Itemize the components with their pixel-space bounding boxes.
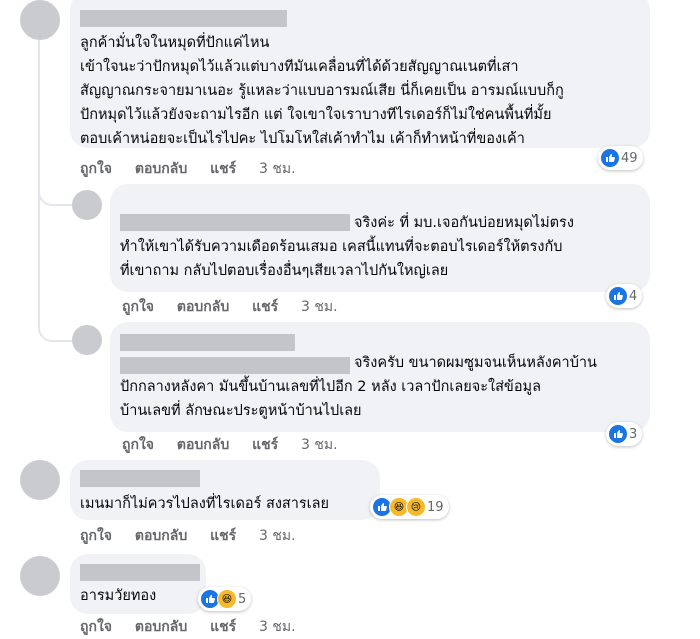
timestamp[interactable]: 3 ชม. bbox=[301, 299, 338, 315]
like-button[interactable]: ถูกใจ bbox=[80, 161, 112, 177]
timestamp[interactable]: 3 ชม. bbox=[259, 619, 296, 635]
comment-text: อารมวัยทอง bbox=[80, 588, 157, 604]
reaction-summary[interactable]: 4 bbox=[606, 284, 643, 308]
share-button[interactable]: แชร์ bbox=[210, 161, 236, 177]
reaction-summary[interactable]: 49 bbox=[598, 146, 643, 170]
comment-text: จริงค่ะ ที่ มบ.เจอกันบ่อยหมุดไม่ตรง ทำให… bbox=[120, 215, 574, 279]
comment-text: ลูกค้ามั่นใจในหมุดที่ปักแค่ไหน เข้าใจนะว… bbox=[80, 35, 564, 147]
timestamp[interactable]: 3 ชม. bbox=[301, 437, 338, 453]
like-icon bbox=[600, 148, 620, 168]
like-button[interactable]: ถูกใจ bbox=[122, 299, 154, 315]
share-button[interactable]: แชร์ bbox=[252, 437, 278, 453]
comment-actions: ถูกใจ ตอบกลับ แชร์ 3 ชม. bbox=[80, 616, 314, 638]
comment-text: เมนมาก็ไม่ควรไปลงที่ไรเดอร์ สงสารเลย bbox=[80, 496, 330, 512]
sad-icon: 😢 bbox=[406, 497, 426, 517]
redacted-name[interactable] bbox=[80, 10, 287, 27]
reaction-count: 4 bbox=[629, 288, 638, 304]
redacted-name[interactable] bbox=[80, 470, 200, 487]
like-button[interactable]: ถูกใจ bbox=[80, 619, 112, 635]
reply-button[interactable]: ตอบกลับ bbox=[135, 161, 187, 177]
reply-button[interactable]: ตอบกลับ bbox=[135, 619, 187, 635]
share-button[interactable]: แชร์ bbox=[210, 619, 236, 635]
avatar[interactable] bbox=[20, 0, 60, 40]
avatar[interactable] bbox=[72, 325, 102, 355]
reply-button[interactable]: ตอบกลับ bbox=[177, 437, 229, 453]
comment-actions: ถูกใจ ตอบกลับ แชร์ 3 ชม. bbox=[80, 525, 314, 547]
timestamp[interactable]: 3 ชม. bbox=[259, 161, 296, 177]
reaction-count: 19 bbox=[427, 499, 444, 515]
haha-icon: 😆 bbox=[217, 589, 237, 609]
reaction-summary[interactable]: 😆 5 bbox=[198, 587, 252, 611]
reaction-summary[interactable]: 😆 😢 19 bbox=[370, 495, 449, 519]
avatar[interactable] bbox=[72, 190, 102, 220]
redacted-name[interactable] bbox=[120, 334, 295, 351]
thread-connector bbox=[38, 310, 74, 342]
reaction-count: 3 bbox=[629, 426, 638, 442]
reply-button[interactable]: ตอบกลับ bbox=[177, 299, 229, 315]
avatar[interactable] bbox=[20, 556, 60, 596]
like-icon bbox=[608, 286, 628, 306]
like-button[interactable]: ถูกใจ bbox=[80, 528, 112, 544]
reaction-count: 5 bbox=[238, 591, 247, 607]
like-icon bbox=[608, 424, 628, 444]
avatar[interactable] bbox=[20, 460, 60, 500]
comment-actions: ถูกใจ ตอบกลับ แชร์ 3 ชม. bbox=[122, 296, 356, 318]
timestamp[interactable]: 3 ชม. bbox=[259, 528, 296, 544]
share-button[interactable]: แชร์ bbox=[210, 528, 236, 544]
thread-connector bbox=[38, 180, 74, 206]
comment-text: จริงครับ ขนาดผมซูมจนเห็นหลังคาบ้าน ปักกล… bbox=[120, 355, 597, 419]
comment-actions: ถูกใจ ตอบกลับ แชร์ 3 ชม. bbox=[122, 434, 356, 456]
redacted-name[interactable] bbox=[80, 564, 200, 581]
comment-actions: ถูกใจ ตอบกลับ แชร์ 3 ชม. bbox=[80, 158, 314, 180]
reply-button[interactable]: ตอบกลับ bbox=[135, 528, 187, 544]
reaction-count: 49 bbox=[621, 150, 638, 166]
reaction-summary[interactable]: 3 bbox=[606, 422, 643, 446]
like-button[interactable]: ถูกใจ bbox=[122, 437, 154, 453]
share-button[interactable]: แชร์ bbox=[252, 299, 278, 315]
